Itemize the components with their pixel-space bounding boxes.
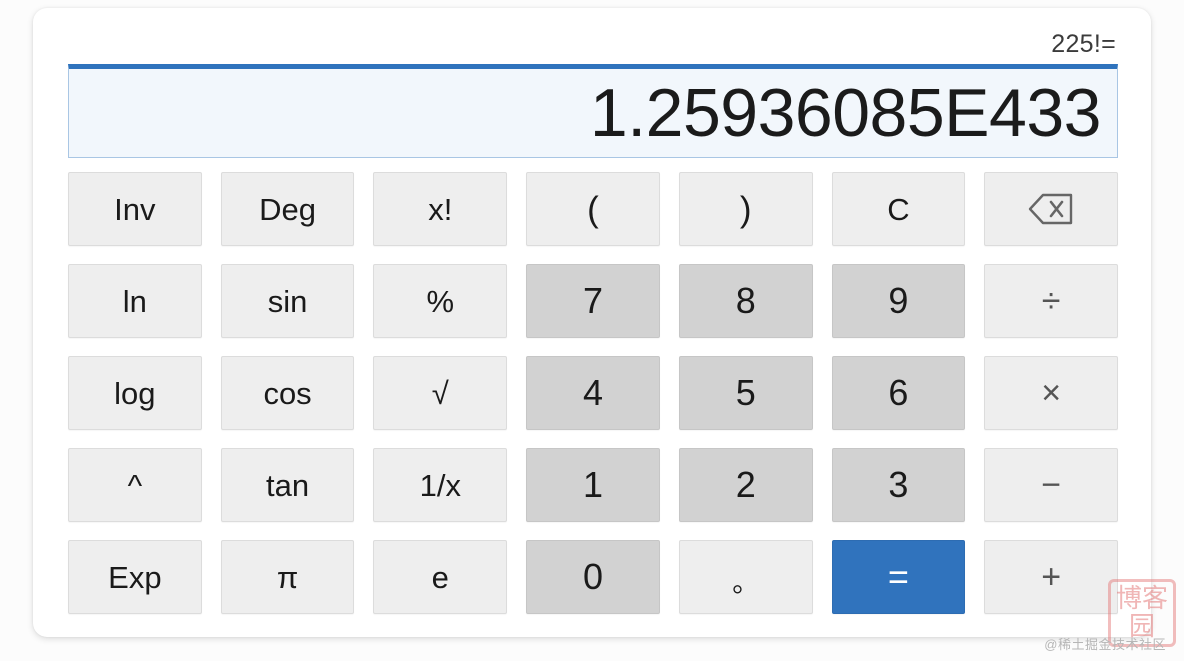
key-equals-label: = [887, 556, 909, 597]
expression-row: 225!= [68, 24, 1118, 64]
key-clear-label: C [887, 191, 910, 227]
key-tan[interactable]: tan [220, 448, 355, 522]
key-4-label: 4 [582, 372, 603, 413]
key-plus-label: + [1041, 558, 1062, 596]
key-sin[interactable]: sin [220, 264, 355, 338]
backspace-icon [1028, 193, 1074, 225]
key-pi-label: π [276, 559, 299, 595]
key-equals[interactable]: = [831, 540, 966, 614]
key-cos-label: cos [263, 375, 312, 411]
key-7-label: 7 [582, 280, 603, 321]
key-log[interactable]: log [68, 356, 202, 430]
key-divide-label: ÷ [1041, 282, 1061, 320]
key-factorial-label: x! [428, 191, 453, 227]
key-1[interactable]: 1 [526, 448, 660, 522]
key-minus[interactable]: − [984, 448, 1118, 522]
key-3-label: 3 [888, 464, 909, 505]
key-power-label: ^ [127, 467, 143, 503]
key-9-label: 9 [888, 280, 909, 321]
key-deg-label: Deg [259, 191, 316, 227]
key-e[interactable]: e [373, 540, 508, 614]
key-multiply[interactable]: × [984, 356, 1118, 430]
key-sin-label: sin [267, 283, 308, 319]
key-0[interactable]: 0 [526, 540, 660, 614]
key-5-label: 5 [735, 372, 756, 413]
key-decimal-label: 。 [732, 567, 760, 598]
key-ln-label: ln [122, 283, 147, 319]
key-open-paren[interactable]: ( [526, 172, 660, 246]
calculator-card: 225!= 1.25936085E433 Inv Deg x! () Cln sin% 7 8… [33, 8, 1151, 637]
key-multiply-label: × [1041, 374, 1062, 412]
key-sqrt-label: √ [431, 375, 449, 411]
key-4[interactable]: 4 [526, 356, 660, 430]
site-watermark: @稀土掘金技术社区 [1044, 637, 1166, 652]
key-deg[interactable]: Deg [220, 172, 355, 246]
key-reciprocal[interactable]: 1/x [373, 448, 508, 522]
key-6[interactable]: 6 [831, 356, 966, 430]
key-reciprocal-label: 1/x [419, 467, 461, 503]
key-6-label: 6 [888, 372, 909, 413]
key-7[interactable]: 7 [526, 264, 660, 338]
key-inv[interactable]: Inv [68, 172, 202, 246]
key-e-label: e [431, 559, 449, 595]
key-backspace[interactable] [984, 172, 1118, 246]
key-exp-label: Exp [108, 559, 162, 595]
key-ln[interactable]: ln [68, 264, 202, 338]
key-log-label: log [114, 375, 156, 411]
key-inv-label: Inv [114, 191, 156, 227]
key-percent[interactable]: % [373, 264, 508, 338]
key-2-label: 2 [735, 464, 756, 505]
key-plus[interactable]: + [984, 540, 1118, 614]
key-0-label: 0 [582, 556, 603, 597]
key-close-paren-label: ) [739, 189, 752, 229]
key-factorial[interactable]: x! [373, 172, 508, 246]
display-screen[interactable]: 1.25936085E433 [68, 64, 1118, 158]
key-percent-label: % [426, 283, 455, 319]
key-close-paren[interactable]: ) [678, 172, 813, 246]
key-open-paren-label: ( [587, 189, 599, 229]
display-value: 1.25936085E433 [589, 75, 1102, 151]
key-divide[interactable]: ÷ [984, 264, 1118, 338]
key-3[interactable]: 3 [831, 448, 966, 522]
key-power[interactable]: ^ [68, 448, 202, 522]
key-tan-label: tan [266, 467, 310, 503]
calculator-page: 225!= 1.25936085E433 Inv Deg x! () Cln sin% 7 8… [0, 0, 1184, 661]
key-8[interactable]: 8 [678, 264, 813, 338]
key-2[interactable]: 2 [678, 448, 813, 522]
key-exp[interactable]: Exp [68, 540, 202, 614]
key-5[interactable]: 5 [678, 356, 813, 430]
key-pi[interactable]: π [220, 540, 355, 614]
key-decimal[interactable]: 。 [678, 540, 813, 614]
key-clear[interactable]: C [831, 172, 966, 246]
key-1-label: 1 [582, 464, 603, 505]
expression-text: 225!= [1051, 30, 1116, 58]
key-sqrt[interactable]: √ [373, 356, 508, 430]
key-minus-label: − [1041, 466, 1062, 504]
keypad: Inv Deg x! () Cln sin% 7 8 9 ÷ log cos √ 4 5 6 × ^ tan 1/x 1… [68, 172, 1118, 614]
key-9[interactable]: 9 [831, 264, 966, 338]
calculator-body: 225!= 1.25936085E433 Inv Deg x! () Cln sin% 7 8… [68, 24, 1118, 614]
key-cos[interactable]: cos [220, 356, 355, 430]
key-8-label: 8 [735, 280, 756, 321]
